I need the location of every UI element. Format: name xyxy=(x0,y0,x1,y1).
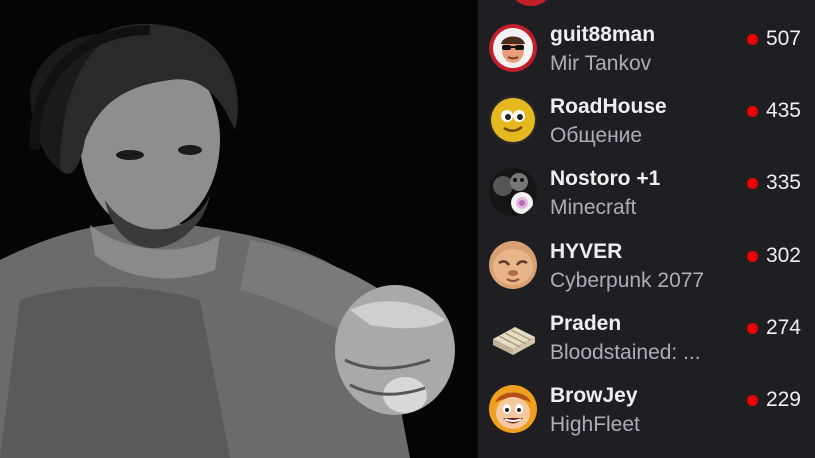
channel-game: Cyberpunk 2077 xyxy=(550,269,705,292)
channel-item[interactable]: Praden Bloodstained: ... 274 xyxy=(478,303,815,375)
followed-channels-list: guit88man Mir Tankov 507 RoadHouse Общен… xyxy=(478,0,815,458)
channel-item[interactable]: RoadHouse Общение 435 xyxy=(478,86,815,158)
live-indicator-icon xyxy=(746,394,758,406)
viewer-count-value: 229 xyxy=(765,388,801,411)
channel-name: HYVER xyxy=(550,240,623,263)
viewer-count-value: 274 xyxy=(765,316,801,339)
channel-item[interactable]: Nostoro +1 Minecraft 335 xyxy=(478,158,815,230)
viewer-count-value: 335 xyxy=(765,171,801,194)
channel-item[interactable]: HYVER Cyberpunk 2077 302 xyxy=(478,231,815,303)
channel-name: Praden xyxy=(550,312,622,335)
channel-name: guit88man xyxy=(550,23,656,46)
live-indicator-icon xyxy=(746,177,758,189)
pallet-avatar-icon xyxy=(489,313,537,361)
channel-avatar-partial[interactable] xyxy=(508,0,554,6)
red-sunglasses-avatar-icon xyxy=(489,24,537,72)
stream-thumbnail xyxy=(0,0,478,458)
viewer-count-value: 302 xyxy=(765,244,801,267)
viewer-count: 229 xyxy=(746,388,801,412)
channel-item[interactable]: BrowJey HighFleet 229 xyxy=(478,375,815,447)
channel-game: Общение xyxy=(550,124,643,147)
channel-game: HighFleet xyxy=(550,413,640,436)
channel-name: RoadHouse xyxy=(550,95,667,118)
live-indicator-icon xyxy=(746,322,758,334)
live-indicator-icon xyxy=(746,105,758,117)
cat-face-avatar-icon xyxy=(489,241,537,289)
viewer-count-value: 507 xyxy=(765,27,801,50)
channel-game: Bloodstained: ... xyxy=(550,341,701,364)
viewer-count-value: 435 xyxy=(765,99,801,122)
channel-game: Mir Tankov xyxy=(550,52,652,75)
live-indicator-icon xyxy=(746,250,758,262)
dark-group-avatar-icon xyxy=(489,168,537,216)
viewer-count: 435 xyxy=(746,99,801,123)
channel-item[interactable]: guit88man Mir Tankov 507 xyxy=(478,14,815,86)
viewer-count: 302 xyxy=(746,244,801,268)
live-indicator-icon xyxy=(746,33,758,45)
yellow-smiley-avatar-icon xyxy=(489,96,537,144)
viewer-count: 335 xyxy=(746,171,801,195)
viewer-count: 274 xyxy=(746,316,801,340)
cartoon-face-avatar-icon xyxy=(489,385,537,433)
channel-name: BrowJey xyxy=(550,384,638,407)
viewer-count: 507 xyxy=(746,27,801,51)
channel-game: Minecraft xyxy=(550,196,637,219)
channel-name: Nostoro +1 xyxy=(550,167,661,190)
